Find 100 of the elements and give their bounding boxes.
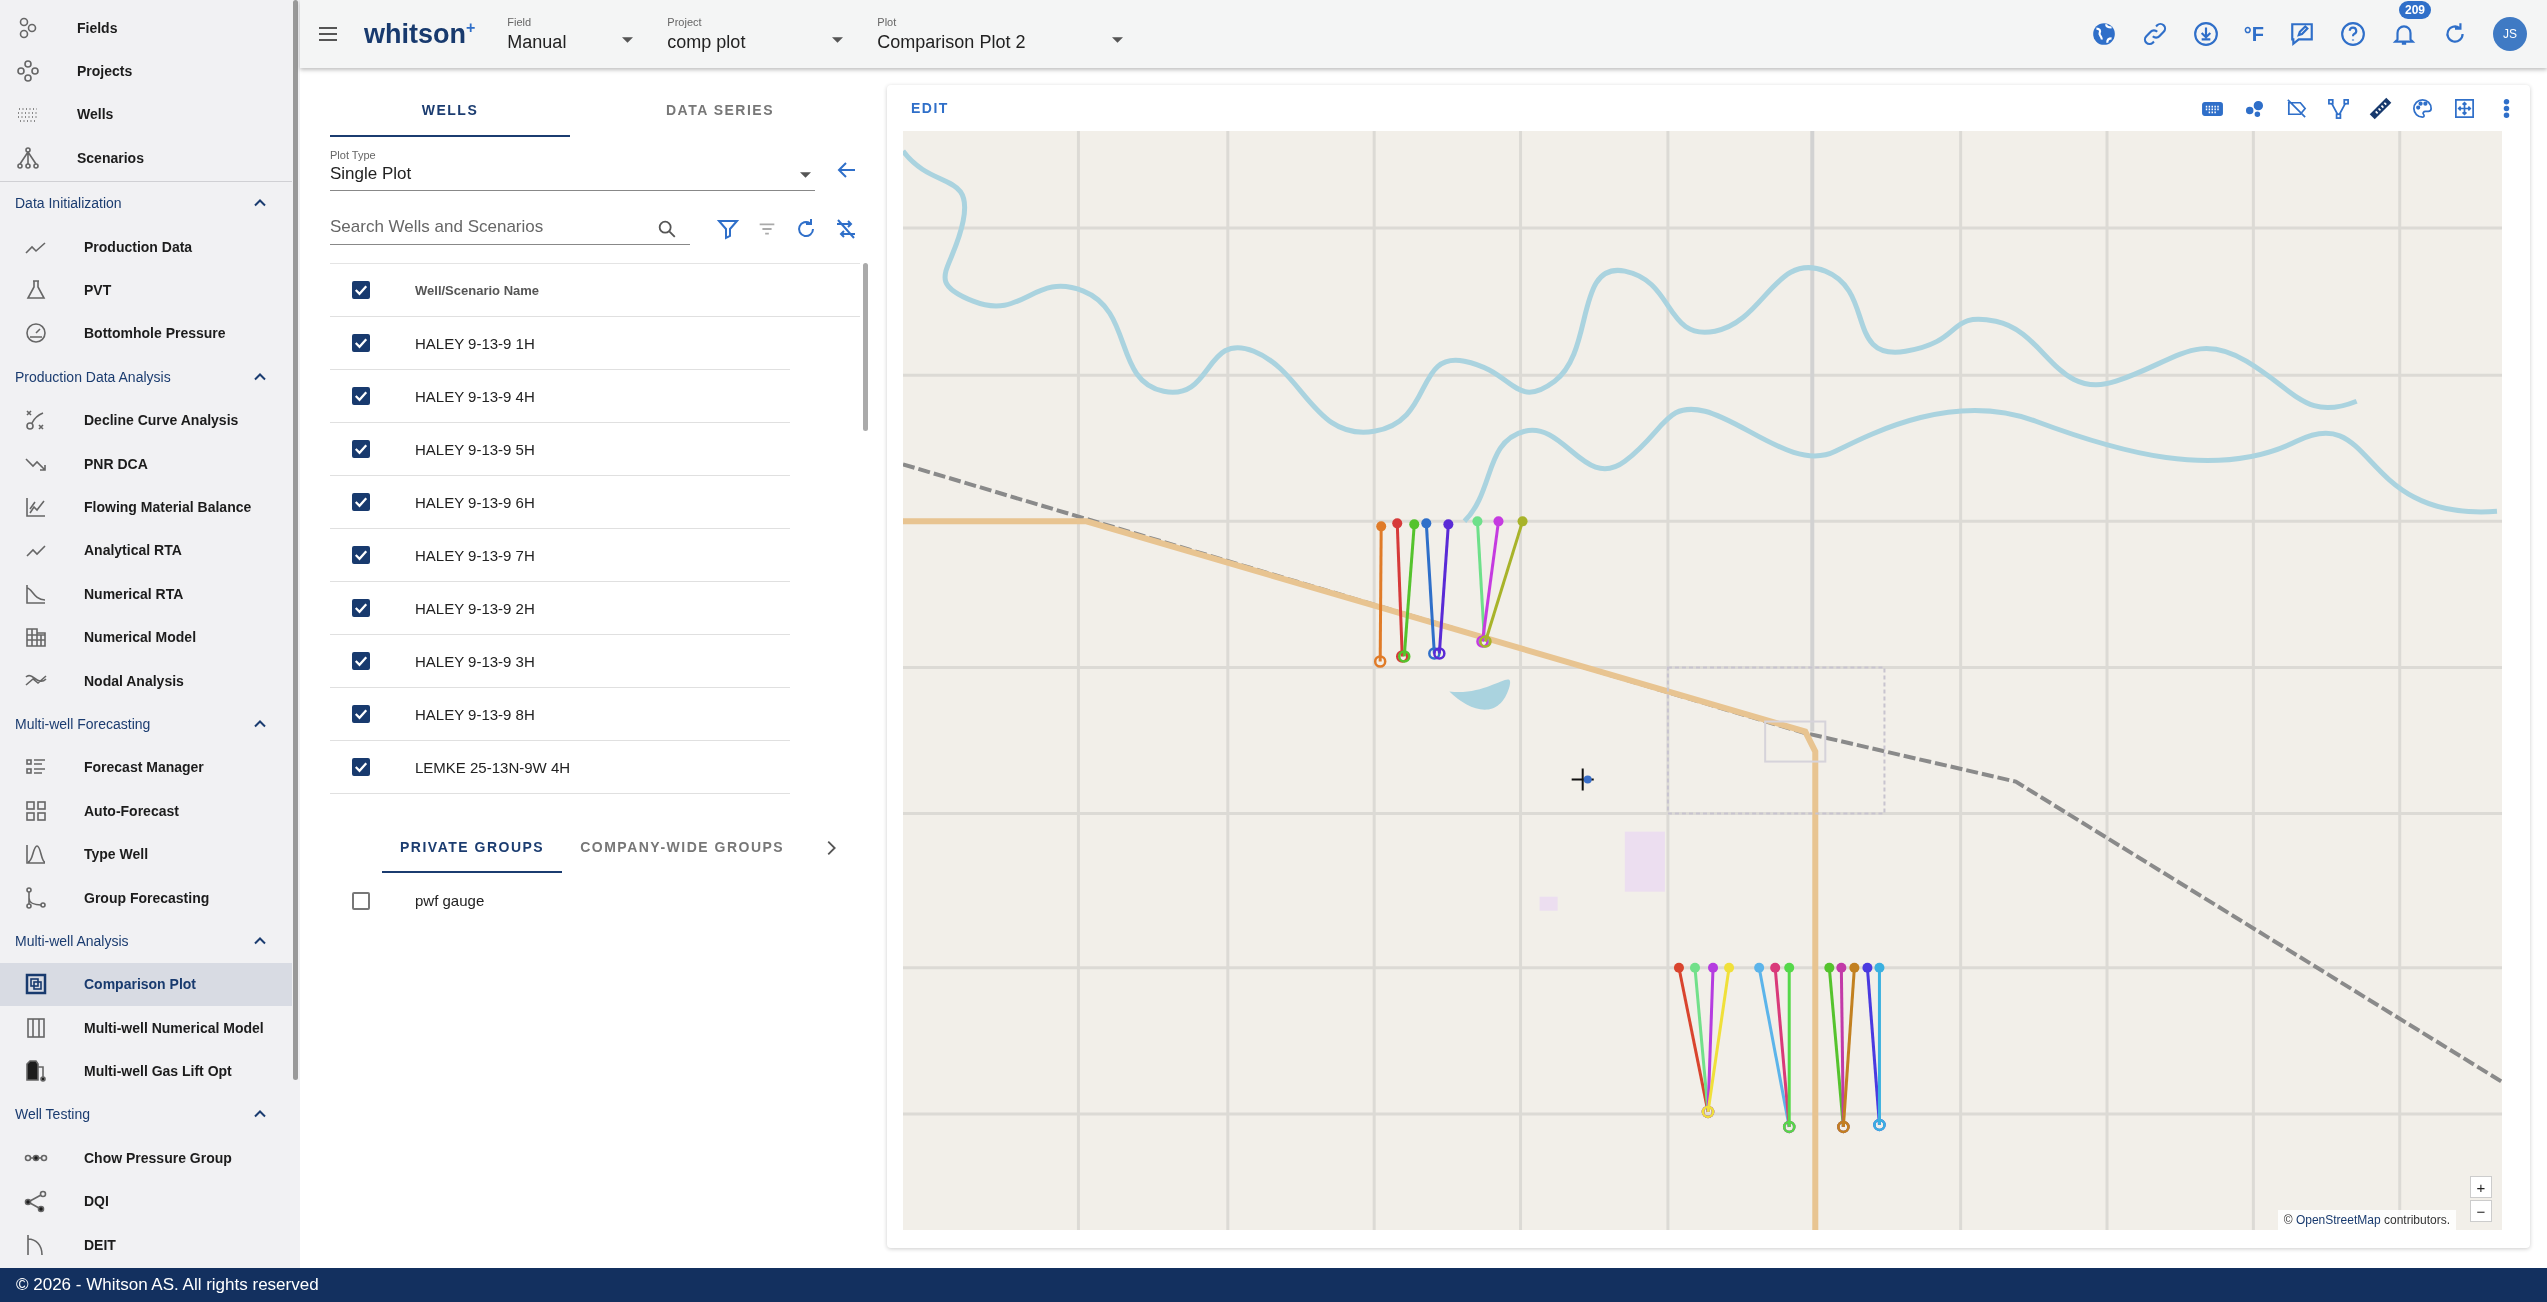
caret-icon (800, 172, 811, 178)
row-checkbox[interactable] (352, 652, 370, 670)
sidebar-item[interactable]: Nodal Analysis (0, 658, 292, 703)
row-checkbox[interactable] (352, 334, 370, 352)
nodes-icon (24, 1189, 48, 1214)
connected-dots-icon (24, 1153, 48, 1162)
plot-type-select[interactable]: Plot Type Single Plot (330, 149, 815, 191)
selector-dropdown[interactable]: Plot Comparison Plot 2 (877, 15, 1128, 53)
sidebar-item[interactable]: Bottomhole Pressure (0, 311, 292, 356)
tree-icon (16, 145, 40, 170)
sidebar-section-header[interactable]: Well Testing (0, 1092, 292, 1137)
sidebar-item[interactable]: Flowing Material Balance (0, 485, 292, 529)
row-checkbox[interactable] (352, 599, 370, 617)
gauge-icon (24, 321, 48, 346)
sidebar-item[interactable]: Projects (0, 49, 292, 93)
sidebar-item[interactable]: Type Well (0, 832, 292, 876)
row-checkbox[interactable] (352, 758, 370, 776)
user-avatar[interactable]: JS (2493, 17, 2527, 51)
grid-squares-icon (24, 798, 48, 823)
chart-icon (24, 495, 48, 519)
filter-icon[interactable] (716, 217, 740, 241)
sidebar-item[interactable]: Comparison Plot (0, 962, 292, 1006)
scrollbar-thumb[interactable] (293, 0, 298, 1080)
zoom-in-button[interactable]: + (2470, 1176, 2492, 1198)
group-tab[interactable]: COMPANY-WIDE GROUPS (562, 823, 803, 873)
sidebar-item[interactable]: Multi-well Numerical Model (0, 1006, 292, 1050)
branch-icon (24, 885, 48, 910)
well-name-cell: HALEY 9-13-9 6H (415, 493, 535, 511)
row-checkbox[interactable] (352, 546, 370, 564)
sidebar-item[interactable]: Group Forecasting (0, 875, 292, 920)
well-name-cell: HALEY 9-13-9 8H (415, 705, 535, 723)
panel-tab[interactable]: DATA SERIES (570, 85, 870, 137)
palette-icon[interactable] (2411, 96, 2434, 120)
sidebar-item[interactable]: Production Data (0, 224, 292, 269)
well-name-cell: HALEY 9-13-9 4H (415, 387, 535, 405)
fit-view-icon[interactable] (2453, 96, 2476, 120)
sidebar-item[interactable]: Chow Pressure Group (0, 1136, 292, 1180)
globe-icon[interactable] (2090, 21, 2117, 47)
sidebar-item[interactable]: Numerical RTA (0, 572, 292, 616)
row-checkbox[interactable] (352, 440, 370, 458)
overlap-squares-icon (24, 972, 48, 997)
well-name-cell: HALEY 9-13-9 7H (415, 546, 535, 564)
grid-icon (24, 625, 48, 650)
row-checkbox[interactable] (352, 387, 370, 405)
vector-path-icon[interactable] (2327, 96, 2350, 120)
select-all-checkbox[interactable] (352, 281, 370, 299)
zoom-out-button[interactable]: − (2470, 1200, 2492, 1222)
feedback-icon[interactable] (2289, 21, 2315, 47)
row-checkbox[interactable] (352, 493, 370, 511)
sidebar-section-header[interactable]: Multi-well Analysis (0, 919, 292, 963)
checkmark-icon (355, 391, 367, 401)
checkmark-icon (355, 709, 367, 719)
sidebar-item[interactable]: DQI (0, 1179, 292, 1223)
sidebar-section-header[interactable]: Data Initialization (0, 181, 292, 225)
sidebar-item[interactable]: Forecast Manager (0, 745, 292, 790)
search-field[interactable]: Search Wells and Scenarios (330, 213, 690, 245)
search-icon (656, 218, 678, 240)
sidebar-item[interactable]: Fields (0, 6, 292, 50)
sidebar-item[interactable]: Numerical Model (0, 615, 292, 659)
tank-icon (24, 1059, 48, 1084)
help-icon[interactable] (2340, 21, 2366, 47)
group-checkbox[interactable] (352, 891, 370, 910)
app-logo[interactable]: whitson$^{+}$ (364, 18, 476, 50)
sidebar-item[interactable]: DEIT (0, 1222, 292, 1267)
checkmark-icon (355, 338, 367, 348)
checkmark-icon (355, 603, 367, 613)
sidebar-item[interactable]: Scenarios (0, 136, 292, 180)
well-name-cell: HALEY 9-13-9 1H (415, 334, 535, 352)
sidebar-item[interactable]: PVT (0, 268, 292, 312)
well-name-cell: LEMKE 25-13N-9W 4H (415, 758, 571, 776)
checkmark-icon (355, 444, 367, 454)
scrollbar-thumb[interactable] (863, 263, 868, 431)
sidebar-item[interactable]: Multi-well Gas Lift Opt (0, 1049, 292, 1093)
sidebar-section-header[interactable]: Production Data Analysis (0, 355, 292, 399)
sidebar-item[interactable]: Wells (0, 92, 292, 137)
panel-tab[interactable]: WELLS (330, 85, 570, 137)
map-attribution: © OpenStreetMap contributors. (2277, 1210, 2456, 1230)
sidebar-section-header[interactable]: Multi-well Forecasting (0, 702, 292, 746)
checkmark-icon (355, 497, 367, 507)
edit-button[interactable]: EDIT (903, 94, 957, 122)
row-checkbox[interactable] (352, 705, 370, 723)
ruler-icon[interactable] (2369, 96, 2392, 120)
sidebar-item[interactable]: PNR DCA (0, 441, 292, 486)
sidebar-item[interactable]: Analytical RTA (0, 528, 292, 573)
bell-curve-icon (24, 842, 48, 867)
well-name-cell: HALEY 9-13-9 2H (415, 599, 535, 617)
link-icon[interactable] (2141, 21, 2168, 47)
well-name-cell: HALEY 9-13-9 5H (415, 440, 535, 458)
group-tab[interactable]: PRIVATE GROUPS (382, 823, 563, 873)
sidebar-item[interactable]: Auto-Forecast (0, 789, 292, 833)
openstreetmap-link[interactable]: OpenStreetMap (2295, 1213, 2381, 1227)
selector-dropdown[interactable]: Field Manual (507, 15, 638, 53)
download-icon[interactable] (2192, 21, 2219, 47)
shuffle-icon[interactable] (834, 217, 858, 241)
temperature-unit-button[interactable]: °F (2243, 22, 2264, 46)
column-header: Well/Scenario Name (415, 282, 540, 298)
well-name-cell: HALEY 9-13-9 3H (415, 652, 535, 670)
selector-dropdown[interactable]: Project comp plot (667, 15, 848, 53)
sidebar-item[interactable]: Decline Curve Analysis (0, 398, 292, 442)
label-off-icon[interactable] (2285, 96, 2308, 120)
